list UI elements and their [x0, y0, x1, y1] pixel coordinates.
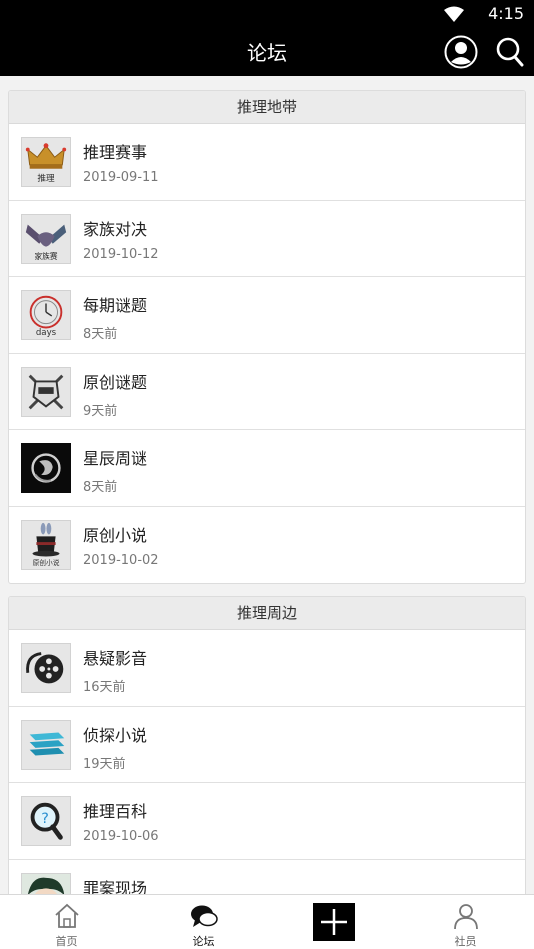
- item-title: 悬疑影音: [83, 649, 148, 668]
- wifi-icon: [444, 6, 464, 22]
- forum-item[interactable]: 原创小说 原创小说 2019-10-02: [9, 507, 525, 584]
- item-date: 2019-10-12: [83, 246, 159, 262]
- nav-forum[interactable]: 论坛: [137, 895, 270, 949]
- item-title: 推理百科: [83, 802, 148, 821]
- character-icon: [21, 872, 71, 894]
- badge-icon: [21, 366, 71, 417]
- forum-list[interactable]: 推理地带 推理 推理赛事 2019-09-11 家族赛 家族对决 2019-10…: [0, 76, 534, 894]
- film-reel-icon: [21, 643, 71, 693]
- home-icon: [54, 903, 79, 928]
- clock-icon: days: [21, 290, 71, 340]
- nav-home[interactable]: 首页: [0, 895, 133, 949]
- item-title: 每期谜题: [83, 296, 148, 315]
- forum-item[interactable]: 原创谜题 9天前: [9, 354, 525, 430]
- section-reasoning-extras: 推理周边 悬疑影音 16天前 侦探小说 19天前 ? 推理百科 2019-10-…: [8, 596, 526, 894]
- handshake-icon: 家族赛: [21, 213, 71, 264]
- item-date: 8天前: [83, 480, 118, 495]
- search-button[interactable]: [496, 37, 524, 67]
- app-bar: 论坛: [0, 28, 534, 76]
- item-date: 8天前: [83, 327, 118, 342]
- user-profile-button[interactable]: [444, 35, 478, 69]
- books-icon: [21, 719, 71, 770]
- forum-item[interactable]: 侦探小说 19天前: [9, 707, 525, 783]
- section-header: 推理周边: [9, 597, 525, 630]
- bottom-nav: 首页 论坛 社员: [0, 894, 534, 949]
- thumb-text: days: [36, 328, 57, 338]
- section-header: 推理地带: [9, 91, 525, 124]
- add-post-button[interactable]: [313, 903, 355, 941]
- forum-item[interactable]: 悬疑影音 16天前: [9, 630, 525, 707]
- item-title: 侦探小说: [83, 725, 148, 745]
- item-date: 2019-10-06: [83, 829, 159, 844]
- item-date: 2019-09-11: [83, 170, 159, 185]
- forum-item[interactable]: days 每期谜题 8天前: [9, 277, 525, 354]
- status-time: 4:15: [488, 4, 524, 23]
- item-date: 19天前: [83, 756, 126, 772]
- nav-label: 首页: [55, 935, 78, 948]
- magnifier-icon: ?: [21, 796, 71, 846]
- person-icon: [453, 904, 478, 930]
- item-title: 原创小说: [83, 525, 148, 545]
- plus-icon: [321, 909, 347, 935]
- item-title: 推理赛事: [83, 143, 148, 162]
- forum-item[interactable]: 星辰周谜 8天前: [9, 430, 525, 507]
- forum-item[interactable]: ? 推理百科 2019-10-06: [9, 783, 525, 860]
- seal-icon: [21, 443, 71, 493]
- section-reasoning-zone: 推理地带 推理 推理赛事 2019-09-11 家族赛 家族对决 2019-10…: [8, 90, 526, 584]
- forum-item[interactable]: 家族赛 家族对决 2019-10-12: [9, 201, 525, 277]
- nav-label: 社员: [454, 935, 477, 948]
- crown-icon: 推理: [21, 137, 71, 187]
- nav-members[interactable]: 社员: [399, 895, 532, 949]
- item-title: 星辰周谜: [83, 449, 148, 468]
- magic-hat-icon: 原创小说: [21, 519, 71, 570]
- item-title: 罪案现场: [83, 878, 148, 895]
- svg-text:?: ?: [41, 811, 49, 827]
- status-bar: 4:15: [0, 0, 534, 28]
- item-date: 2019-10-02: [83, 552, 159, 568]
- item-title: 家族对决: [83, 219, 148, 239]
- thumb-text: 原创小说: [33, 558, 60, 567]
- chat-bubble-icon: [190, 905, 218, 927]
- item-date: 16天前: [83, 680, 126, 695]
- nav-label: 论坛: [192, 935, 215, 948]
- forum-item[interactable]: 罪案现场: [9, 860, 525, 895]
- thumb-text: 家族赛: [34, 251, 57, 261]
- item-date: 9天前: [83, 403, 118, 419]
- item-title: 原创谜题: [83, 372, 148, 392]
- forum-item[interactable]: 推理 推理赛事 2019-09-11: [9, 124, 525, 201]
- thumb-text: 推理: [37, 172, 55, 184]
